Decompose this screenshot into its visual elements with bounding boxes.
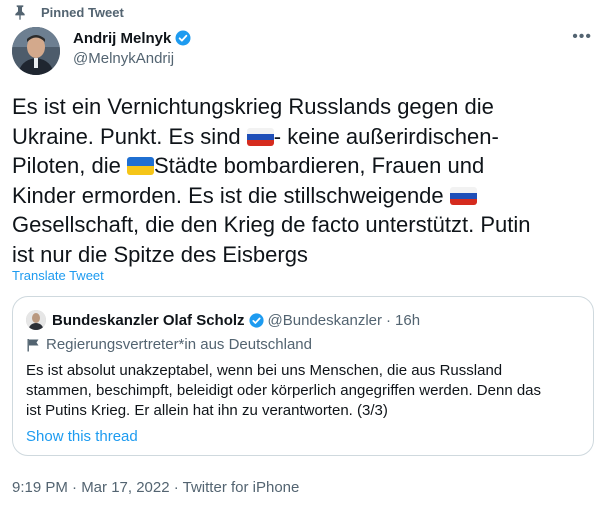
- tweet-line: ist nur die Spitze des Eisbergs: [12, 241, 308, 267]
- pinned-indicator: Pinned Tweet: [12, 3, 124, 21]
- government-label: Regierungsvertreter*in aus Deutschland: [26, 336, 312, 353]
- author-handle[interactable]: @MelnykAndrij: [73, 50, 174, 67]
- tweet-line: Piloten, die Städte bombardieren, Frauen…: [12, 153, 485, 179]
- quoted-line: stammen, beschimpft, beleidigt oder körp…: [26, 382, 542, 399]
- author-name[interactable]: Andrij Melnyk: [73, 30, 171, 47]
- quoted-tweet-header: Bundeskanzler Olaf Scholz @Bundeskanzler…: [26, 310, 420, 330]
- verified-badge-icon: [175, 30, 191, 46]
- quoted-line: ist Putins Krieg. Er allein hat ihn zu v…: [26, 402, 388, 419]
- show-thread-link[interactable]: Show this thread: [26, 428, 138, 445]
- separator-dot: ·: [386, 311, 392, 329]
- tweet-line: Es ist ein Vernichtungskrieg Russlands g…: [12, 94, 494, 119]
- author-avatar[interactable]: [12, 27, 60, 75]
- russia-flag-emoji: [449, 186, 477, 205]
- ukraine-flag-emoji: [126, 157, 154, 176]
- government-label-text: Regierungsvertreter*in aus Deutschland: [46, 336, 312, 353]
- pin-icon: [15, 5, 25, 20]
- quoted-line: Es ist absolut unakzeptabel, wenn bei un…: [26, 362, 503, 379]
- tweet-timestamp[interactable]: 9:19 PM · Mar 17, 2022 · Twitter for iPh…: [12, 479, 299, 496]
- quoted-author-handle[interactable]: @Bundeskanzler: [268, 312, 382, 329]
- translate-tweet-link[interactable]: Translate Tweet: [12, 268, 104, 283]
- pinned-label: Pinned Tweet: [41, 4, 124, 20]
- quoted-tweet-text: Es ist absolut unakzeptabel, wenn bei un…: [26, 361, 582, 421]
- government-flag-icon: [27, 338, 39, 351]
- quoted-author-name[interactable]: Bundeskanzler Olaf Scholz: [52, 312, 245, 329]
- tweet-line: Gesellschaft, die den Krieg de facto unt…: [12, 212, 531, 238]
- tweet-text: Es ist ein Vernichtungskrieg Russlands g…: [12, 92, 592, 270]
- more-options-icon[interactable]: •••: [572, 28, 592, 46]
- quoted-tweet-card[interactable]: Bundeskanzler Olaf Scholz @Bundeskanzler…: [12, 296, 594, 456]
- tweet-line: Ukraine. Punkt. Es sind - keine außerird…: [12, 123, 499, 149]
- russia-flag-emoji: [246, 127, 274, 146]
- quoted-time[interactable]: 16h: [395, 312, 420, 329]
- tweet-line: Kinder ermorden. Es ist die stillschweig…: [12, 181, 592, 211]
- quoted-author-avatar[interactable]: [26, 310, 46, 330]
- verified-badge-icon: [248, 312, 264, 328]
- author-name-row[interactable]: Andrij Melnyk: [73, 29, 192, 47]
